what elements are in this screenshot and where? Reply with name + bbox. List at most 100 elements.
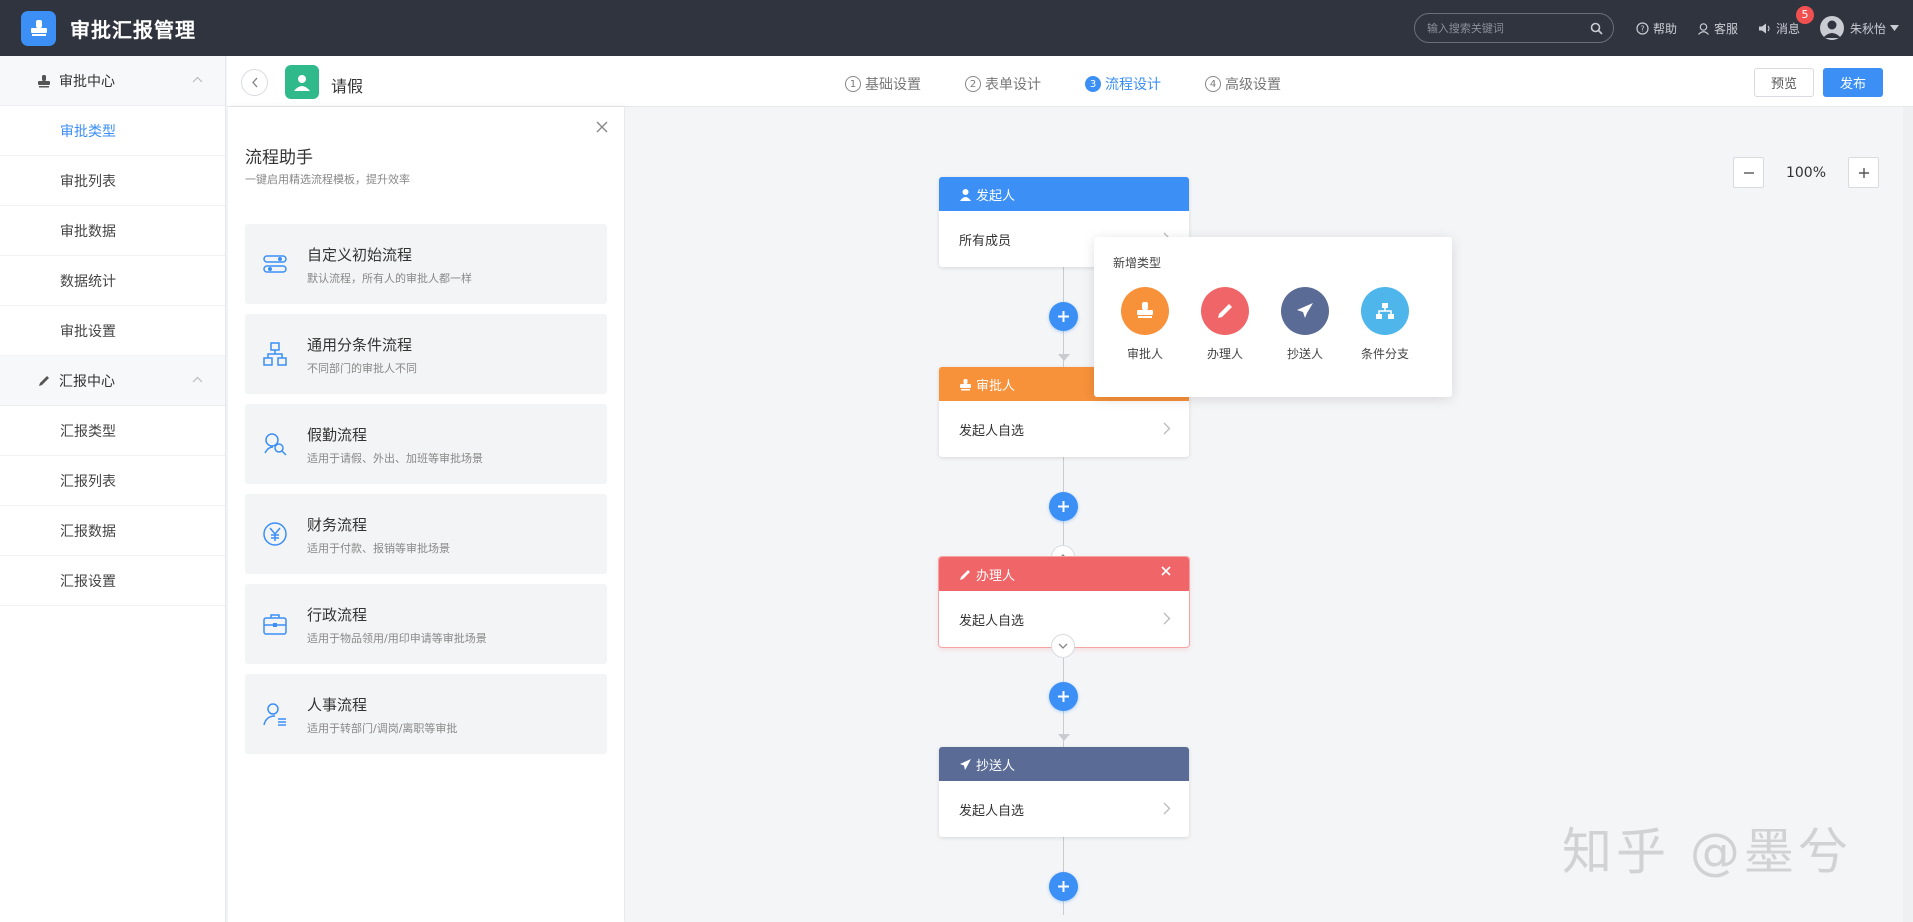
panel-subtitle: 一键启用精选流程模板，提升效率 <box>245 173 410 186</box>
brand: 审批汇报管理 <box>0 10 196 46</box>
help-link[interactable]: ? 帮助 <box>1636 20 1677 37</box>
paper-plane-icon <box>1281 287 1329 335</box>
sidebar-group-report[interactable]: 汇报中心 <box>0 356 225 406</box>
panel-title: 流程助手 <box>245 148 313 168</box>
step-number: 1 <box>845 76 861 92</box>
sidebar-group-label: 汇报中心 <box>59 373 115 390</box>
scrollbar[interactable] <box>1903 107 1913 922</box>
stamp-logo-icon <box>21 10 56 46</box>
sidebar: 审批中心 审批类型 审批列表 审批数据 数据统计 审批设置 汇报中心 汇报类型 … <box>0 56 226 922</box>
chevron-right-icon <box>1163 802 1171 815</box>
person-icon <box>959 188 976 201</box>
template-card[interactable]: 人事流程 适用于转部门/调岗/离职等审批 <box>245 674 607 754</box>
zoom-out-button[interactable] <box>1733 157 1764 188</box>
option-condition-branch[interactable]: 条件分支 <box>1350 287 1420 362</box>
search-icon[interactable] <box>1590 22 1603 35</box>
step-number: 4 <box>1205 76 1221 92</box>
template-card[interactable]: 行政流程 适用于物品领用/用印申请等审批场景 <box>245 584 607 664</box>
tab-flow-design[interactable]: 3 流程设计 <box>1085 74 1161 94</box>
branch-icon <box>1361 287 1409 335</box>
message-count-badge: 5 <box>1795 5 1814 24</box>
add-type-popover: 新增类型 审批人 办理人 抄送人 条件分支 <box>1094 237 1452 397</box>
tab-form-design[interactable]: 2 表单设计 <box>965 74 1041 94</box>
template-desc: 默认流程，所有人的审批人都一样 <box>307 272 472 285</box>
option-label: 条件分支 <box>1360 347 1409 361</box>
sidebar-item-report-data[interactable]: 汇报数据 <box>0 506 225 556</box>
user-menu[interactable]: 朱秋怡 <box>1819 16 1899 40</box>
template-card[interactable]: 自定义初始流程 默认流程，所有人的审批人都一样 <box>245 224 607 304</box>
flow-assistant-panel: 流程助手 一键启用精选流程模板，提升效率 自定义初始流程 默认流程，所有人的审批… <box>228 107 624 922</box>
sidebar-item-approval-list[interactable]: 审批列表 <box>0 156 225 206</box>
preview-button[interactable]: 预览 <box>1754 68 1814 97</box>
node-title: 审批人 <box>976 378 1016 394</box>
step-tabs: 1 基础设置 2 表单设计 3 流程设计 4 高级设置 <box>845 74 1325 94</box>
node-value: 发起人自选 <box>959 613 1025 629</box>
node-value: 所有成员 <box>959 233 1012 249</box>
template-desc: 不同部门的审批人不同 <box>307 362 417 375</box>
watermark: 知乎 @墨兮 <box>1562 823 1852 881</box>
option-approver[interactable]: 审批人 <box>1110 287 1180 362</box>
tab-basic-settings[interactable]: 1 基础设置 <box>845 74 921 94</box>
option-label: 抄送人 <box>1286 347 1323 361</box>
node-header: 抄送人 <box>939 747 1189 781</box>
template-desc: 适用于物品领用/用印申请等审批场景 <box>307 632 487 645</box>
step-number: 2 <box>965 76 981 92</box>
sidebar-item-statistics[interactable]: 数据统计 <box>0 256 225 306</box>
sidebar-group-approval[interactable]: 审批中心 <box>0 56 225 106</box>
tab-advanced-settings[interactable]: 4 高级设置 <box>1205 74 1281 94</box>
paper-plane-icon <box>959 758 976 771</box>
sidebar-item-report-settings[interactable]: 汇报设置 <box>0 556 225 606</box>
publish-button[interactable]: 发布 <box>1823 68 1883 97</box>
template-card[interactable]: 通用分条件流程 不同部门的审批人不同 <box>245 314 607 394</box>
step-label: 高级设置 <box>1225 77 1281 93</box>
add-node-button[interactable] <box>1049 872 1078 901</box>
step-label: 基础设置 <box>865 77 921 93</box>
sidebar-item-report-types[interactable]: 汇报类型 <box>0 406 225 456</box>
popover-title: 新增类型 <box>1113 256 1162 270</box>
zoom-level: 100% <box>1785 164 1827 181</box>
template-card[interactable]: 财务流程 适用于付款、报销等审批场景 <box>245 494 607 574</box>
svg-text:?: ? <box>1640 24 1644 33</box>
option-handler[interactable]: 办理人 <box>1190 287 1260 362</box>
option-cc[interactable]: 抄送人 <box>1270 287 1340 362</box>
node-body: 发起人自选 <box>939 781 1189 837</box>
plus-icon <box>1057 690 1070 703</box>
org-chart-icon <box>262 341 288 367</box>
option-label: 办理人 <box>1206 347 1243 361</box>
pencil-icon <box>37 374 59 388</box>
service-link[interactable]: 客服 <box>1697 20 1738 37</box>
briefcase-icon <box>262 611 288 637</box>
pencil-icon <box>959 568 976 581</box>
user-name: 朱秋怡 <box>1849 21 1886 36</box>
sidebar-item-approval-settings[interactable]: 审批设置 <box>0 306 225 356</box>
sidebar-item-approval-types[interactable]: 审批类型 <box>0 106 225 156</box>
flow-node-cc[interactable]: 抄送人 发起人自选 <box>939 747 1189 837</box>
messages-link[interactable]: 消息 5 <box>1758 5 1814 37</box>
search-input[interactable] <box>1426 21 1590 35</box>
sidebar-item-report-list[interactable]: 汇报列表 <box>0 456 225 506</box>
arrow-down-icon <box>1058 734 1070 741</box>
chevron-right-icon <box>1163 422 1171 435</box>
messages-label: 消息 <box>1775 21 1800 36</box>
back-button[interactable] <box>241 69 268 96</box>
template-card[interactable]: 假勤流程 适用于请假、外出、加班等审批场景 <box>245 404 607 484</box>
add-node-button[interactable] <box>1049 492 1078 521</box>
stamp-icon <box>959 378 976 391</box>
zoom-in-button[interactable] <box>1848 157 1879 188</box>
flow-canvas[interactable] <box>625 107 1913 922</box>
speaker-icon <box>1758 22 1776 35</box>
chevron-up-icon <box>192 376 203 383</box>
person-form-icon <box>285 65 319 99</box>
delete-node-icon[interactable] <box>1161 566 1175 576</box>
close-icon[interactable] <box>596 121 608 133</box>
add-node-button[interactable] <box>1049 302 1078 331</box>
step-number: 3 <box>1085 76 1101 92</box>
add-node-button[interactable] <box>1049 682 1078 711</box>
node-header: 发起人 <box>939 177 1189 211</box>
yen-icon <box>262 521 288 547</box>
search-box[interactable] <box>1413 13 1614 43</box>
sliders-icon <box>262 251 288 277</box>
chevron-left-icon <box>251 77 259 88</box>
move-down-button[interactable] <box>1051 634 1075 658</box>
sidebar-item-approval-data[interactable]: 审批数据 <box>0 206 225 256</box>
